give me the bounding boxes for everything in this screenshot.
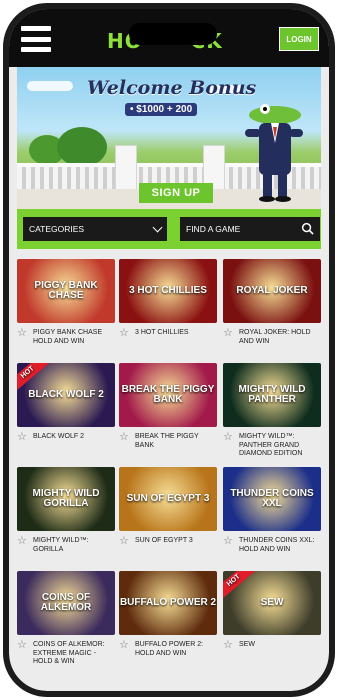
login-button[interactable]: LOGIN xyxy=(279,27,319,51)
game-thumbnail[interactable]: BLACK WOLF 2 HOT xyxy=(17,363,115,427)
cloud-decoration xyxy=(27,81,73,91)
categories-dropdown[interactable]: CATEGORIES xyxy=(23,217,167,241)
search-input[interactable]: FIND A GAME xyxy=(180,217,320,241)
tree-decoration xyxy=(57,127,107,167)
game-thumbnail[interactable]: BREAK THE PIGGY BANK xyxy=(119,363,217,427)
favorite-star-icon[interactable]: ☆ xyxy=(119,536,130,547)
game-art-title: BUFFALO POWER 2 xyxy=(119,596,217,608)
game-art-title: SUN OF EGYPT 3 xyxy=(126,492,210,504)
game-art-title: THUNDER COINS XXL xyxy=(230,487,314,509)
game-name: SEW xyxy=(239,641,255,648)
favorite-star-icon[interactable]: ☆ xyxy=(17,640,28,651)
game-card[interactable]: PIGGY BANK CHASE ☆ PIGGY BANK CHASE HOLD A… xyxy=(17,259,115,359)
game-thumbnail[interactable]: COINS OF ALKEMOR xyxy=(17,571,115,635)
screen: HO CK LOGIN Welcome Bonus • $1000 + 200 xyxy=(9,9,329,691)
camera-notch xyxy=(129,23,217,45)
game-name: SUN OF EGYPT 3 xyxy=(135,537,193,544)
game-name: THUNDER COINS XXL: HOLD AND WIN xyxy=(239,537,315,553)
favorite-star-icon[interactable]: ☆ xyxy=(223,328,234,339)
game-art-title: 3 HOT CHILLIES xyxy=(129,284,207,296)
hot-badge: HOT xyxy=(223,571,258,602)
sign-up-button[interactable]: SIGN UP xyxy=(139,183,213,203)
game-card[interactable]: ROYAL JOKER ☆ ROYAL JOKER: HOLD AND WIN xyxy=(223,259,321,359)
hero-title: Welcome Bonus xyxy=(87,77,257,99)
game-card[interactable]: BUFFALO POWER 2 ☆ BUFFALO POWER 2: HOLD AN… xyxy=(119,571,217,671)
favorite-star-icon[interactable]: ☆ xyxy=(17,432,28,443)
game-name: PIGGY BANK CHASE HOLD AND WIN xyxy=(33,329,103,345)
game-card[interactable]: MIGHTY WILD GORILLA ☆ MIGHTY WILD™: GORILL… xyxy=(17,467,115,567)
favorite-star-icon[interactable]: ☆ xyxy=(223,640,234,651)
game-art-title: BLACK WOLF 2 xyxy=(28,388,104,400)
favorite-star-icon[interactable]: ☆ xyxy=(119,640,130,651)
phone-frame: HO CK LOGIN Welcome Bonus • $1000 + 200 xyxy=(3,3,335,697)
search-icon[interactable] xyxy=(301,222,314,235)
game-name: ROYAL JOKER: HOLD AND WIN xyxy=(239,329,311,345)
game-card[interactable]: BREAK THE PIGGY BANK ☆ BREAK THE PIGGY BAN… xyxy=(119,363,217,463)
favorite-star-icon[interactable]: ☆ xyxy=(119,432,130,443)
game-thumbnail[interactable]: SUN OF EGYPT 3 xyxy=(119,467,217,531)
game-card[interactable]: MIGHTY WILD PANTHER ☆ MIGHTY WILD™: PANTHE… xyxy=(223,363,321,463)
crocodile-mascot-icon xyxy=(245,104,303,202)
filter-bar: CATEGORIES FIND A GAME xyxy=(17,209,321,249)
game-card[interactable]: 3 HOT CHILLIES ☆ 3 HOT CHILLIES xyxy=(119,259,217,359)
hero-bonus-amount: • $1000 + 200 xyxy=(125,103,198,116)
hamburger-menu-icon[interactable] xyxy=(21,26,51,52)
favorite-star-icon[interactable]: ☆ xyxy=(223,432,234,443)
game-art-title: PIGGY BANK CHASE xyxy=(34,279,98,301)
favorite-star-icon[interactable]: ☆ xyxy=(119,328,130,339)
favorite-star-icon[interactable]: ☆ xyxy=(17,328,28,339)
game-card[interactable]: COINS OF ALKEMOR ☆ COINS OF ALKEMOR: EXTRE… xyxy=(17,571,115,671)
game-card[interactable]: BLACK WOLF 2 HOT ☆ BLACK WOLF 2 xyxy=(17,363,115,463)
game-thumbnail[interactable]: ROYAL JOKER xyxy=(223,259,321,323)
game-name: MIGHTY WILD™: GORILLA xyxy=(33,537,89,553)
game-thumbnail[interactable]: SEW HOT xyxy=(223,571,321,635)
game-name: BLACK WOLF 2 xyxy=(33,433,84,440)
game-thumbnail[interactable]: THUNDER COINS XXL xyxy=(223,467,321,531)
game-thumbnail[interactable]: BUFFALO POWER 2 xyxy=(119,571,217,635)
search-placeholder: FIND A GAME xyxy=(186,224,241,234)
hero-banner: Welcome Bonus • $1000 + 200 SIGN UP xyxy=(17,67,321,209)
game-name: BREAK THE PIGGY BANK xyxy=(135,433,199,449)
pillar-decoration xyxy=(115,145,137,195)
game-name: BUFFALO POWER 2: HOLD AND WIN xyxy=(135,641,204,657)
game-card[interactable]: THUNDER COINS XXL ☆ THUNDER COINS XXL: HOL… xyxy=(223,467,321,567)
game-art-title: MIGHTY WILD PANTHER xyxy=(238,383,306,405)
game-art-title: ROYAL JOKER xyxy=(236,284,308,296)
game-card[interactable]: SUN OF EGYPT 3 ☆ SUN OF EGYPT 3 xyxy=(119,467,217,567)
game-art-title: SEW xyxy=(260,596,284,608)
game-thumbnail[interactable]: 3 HOT CHILLIES xyxy=(119,259,217,323)
game-card[interactable]: SEW HOT ☆ SEW xyxy=(223,571,321,671)
game-thumbnail[interactable]: MIGHTY WILD GORILLA xyxy=(17,467,115,531)
game-thumbnail[interactable]: PIGGY BANK CHASE xyxy=(17,259,115,323)
favorite-star-icon[interactable]: ☆ xyxy=(17,536,28,547)
game-name: COINS OF ALKEMOR: EXTREME MAGIC - HOLD &… xyxy=(33,641,105,665)
game-name: 3 HOT CHILLIES xyxy=(135,329,189,336)
game-thumbnail[interactable]: MIGHTY WILD PANTHER xyxy=(223,363,321,427)
game-art-title: BREAK THE PIGGY BANK xyxy=(121,383,215,405)
categories-label: CATEGORIES xyxy=(29,224,85,234)
game-art-title: MIGHTY WILD GORILLA xyxy=(32,487,100,509)
game-name: MIGHTY WILD™: PANTHER GRAND DIAMOND EDIT… xyxy=(239,433,303,457)
chevron-down-icon xyxy=(152,222,163,233)
game-art-title: COINS OF ALKEMOR xyxy=(40,591,92,613)
favorite-star-icon[interactable]: ☆ xyxy=(223,536,234,547)
